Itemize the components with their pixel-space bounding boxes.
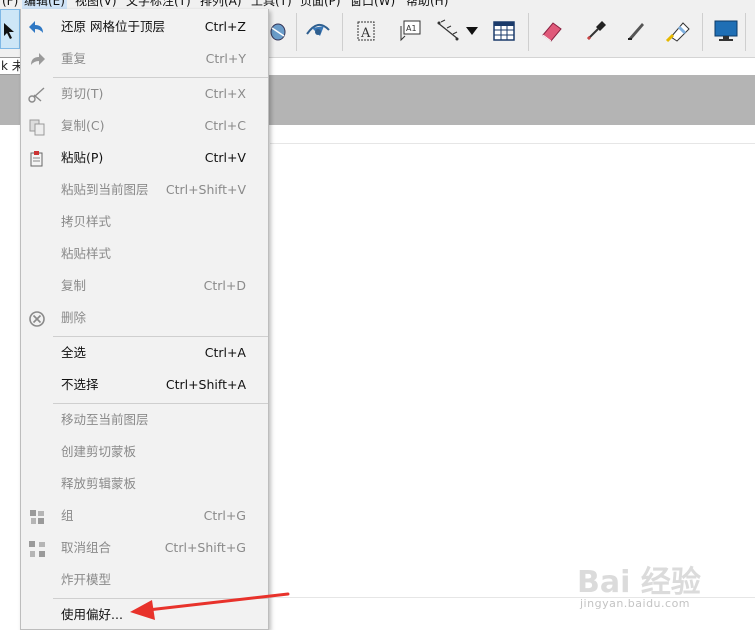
dropdown-arrow-icon[interactable] xyxy=(462,16,482,46)
menu-item-select-all[interactable]: 全选 Ctrl+A xyxy=(21,338,268,368)
menu-item-redo[interactable]: 重复 Ctrl+Y xyxy=(21,44,268,74)
dimension-icon[interactable] xyxy=(434,16,462,46)
menu-arrange[interactable]: 排列(A) xyxy=(198,0,244,9)
menu-window[interactable]: 窗口(W) xyxy=(348,0,397,9)
edit-menu: 还原 网格位于顶层 Ctrl+Z 重复 Ctrl+Y 剪切(T) Ctrl+X … xyxy=(20,9,269,630)
menu-file[interactable]: (F) xyxy=(0,0,20,9)
menu-item-cut[interactable]: 剪切(T) Ctrl+X xyxy=(21,79,268,109)
menu-item-paste-to-layer[interactable]: 粘贴到当前图层 Ctrl+Shift+V xyxy=(21,175,268,205)
align-text-icon[interactable]: A xyxy=(352,16,380,46)
menu-item-duplicate[interactable]: 复制 Ctrl+D xyxy=(21,271,268,301)
menu-item-delete[interactable]: 删除 xyxy=(21,303,268,333)
undo-icon xyxy=(27,18,47,38)
menu-item-paste-style[interactable]: 粘贴样式 xyxy=(21,239,268,269)
menu-item-explode-model[interactable]: 炸开模型 xyxy=(21,565,268,595)
delete-icon xyxy=(27,309,47,329)
menu-item-copy-style[interactable]: 拷贝样式 xyxy=(21,207,268,237)
menu-bar: (F) 编辑(E) 视图(V) 文字标注(T) 排列(A) 工具(T) 页面(P… xyxy=(0,0,755,9)
menu-item-deselect[interactable]: 不选择 Ctrl+Shift+A xyxy=(21,370,268,400)
copy-icon xyxy=(27,117,47,137)
table-icon[interactable] xyxy=(490,16,518,46)
display-icon[interactable] xyxy=(712,16,740,46)
menu-item-paste[interactable]: 粘贴(P) Ctrl+V xyxy=(21,143,268,173)
menu-tools[interactable]: 工具(T) xyxy=(249,0,294,9)
arc-tool-icon[interactable] xyxy=(304,16,332,46)
ungroup-icon xyxy=(27,539,47,559)
menu-item-undo[interactable]: 还原 网格位于顶层 Ctrl+Z xyxy=(21,12,268,42)
menu-item-create-clipping-mask[interactable]: 创建剪切蒙板 xyxy=(21,437,268,467)
menu-item-copy[interactable]: 复制(C) Ctrl+C xyxy=(21,111,268,141)
menu-item-move-to-layer[interactable]: 移动至当前图层 xyxy=(21,405,268,435)
scissors-icon xyxy=(27,85,47,105)
redo-icon xyxy=(27,50,47,70)
document-tab[interactable]: k 未 xyxy=(0,57,22,75)
cursor-icon xyxy=(4,23,14,39)
paste-icon xyxy=(27,149,47,169)
knife-icon[interactable] xyxy=(622,16,650,46)
menu-help[interactable]: 帮助(H) xyxy=(404,0,450,9)
menu-item-ungroup[interactable]: 取消组合 Ctrl+Shift+G xyxy=(21,533,268,563)
eyedropper-icon[interactable] xyxy=(582,16,610,46)
menu-item-preferences[interactable]: 使用偏好... xyxy=(21,600,268,630)
label-text-icon[interactable]: A1 xyxy=(396,16,424,46)
menu-item-release-clipping-mask[interactable]: 释放剪辑蒙板 xyxy=(21,469,268,499)
svg-text:A: A xyxy=(360,26,371,41)
group-icon xyxy=(27,507,47,527)
eraser-icon[interactable] xyxy=(538,16,566,46)
menu-item-group[interactable]: 组 Ctrl+G xyxy=(21,501,268,531)
menu-text-annotation[interactable]: 文字标注(T) xyxy=(124,0,193,9)
select-tool[interactable] xyxy=(0,9,20,49)
svg-text:A1: A1 xyxy=(406,24,417,33)
fill-icon[interactable] xyxy=(664,16,692,46)
menu-edit[interactable]: 编辑(E) xyxy=(22,0,67,9)
menu-view[interactable]: 视图(V) xyxy=(73,0,119,9)
menu-page[interactable]: 页面(P) xyxy=(298,0,343,9)
